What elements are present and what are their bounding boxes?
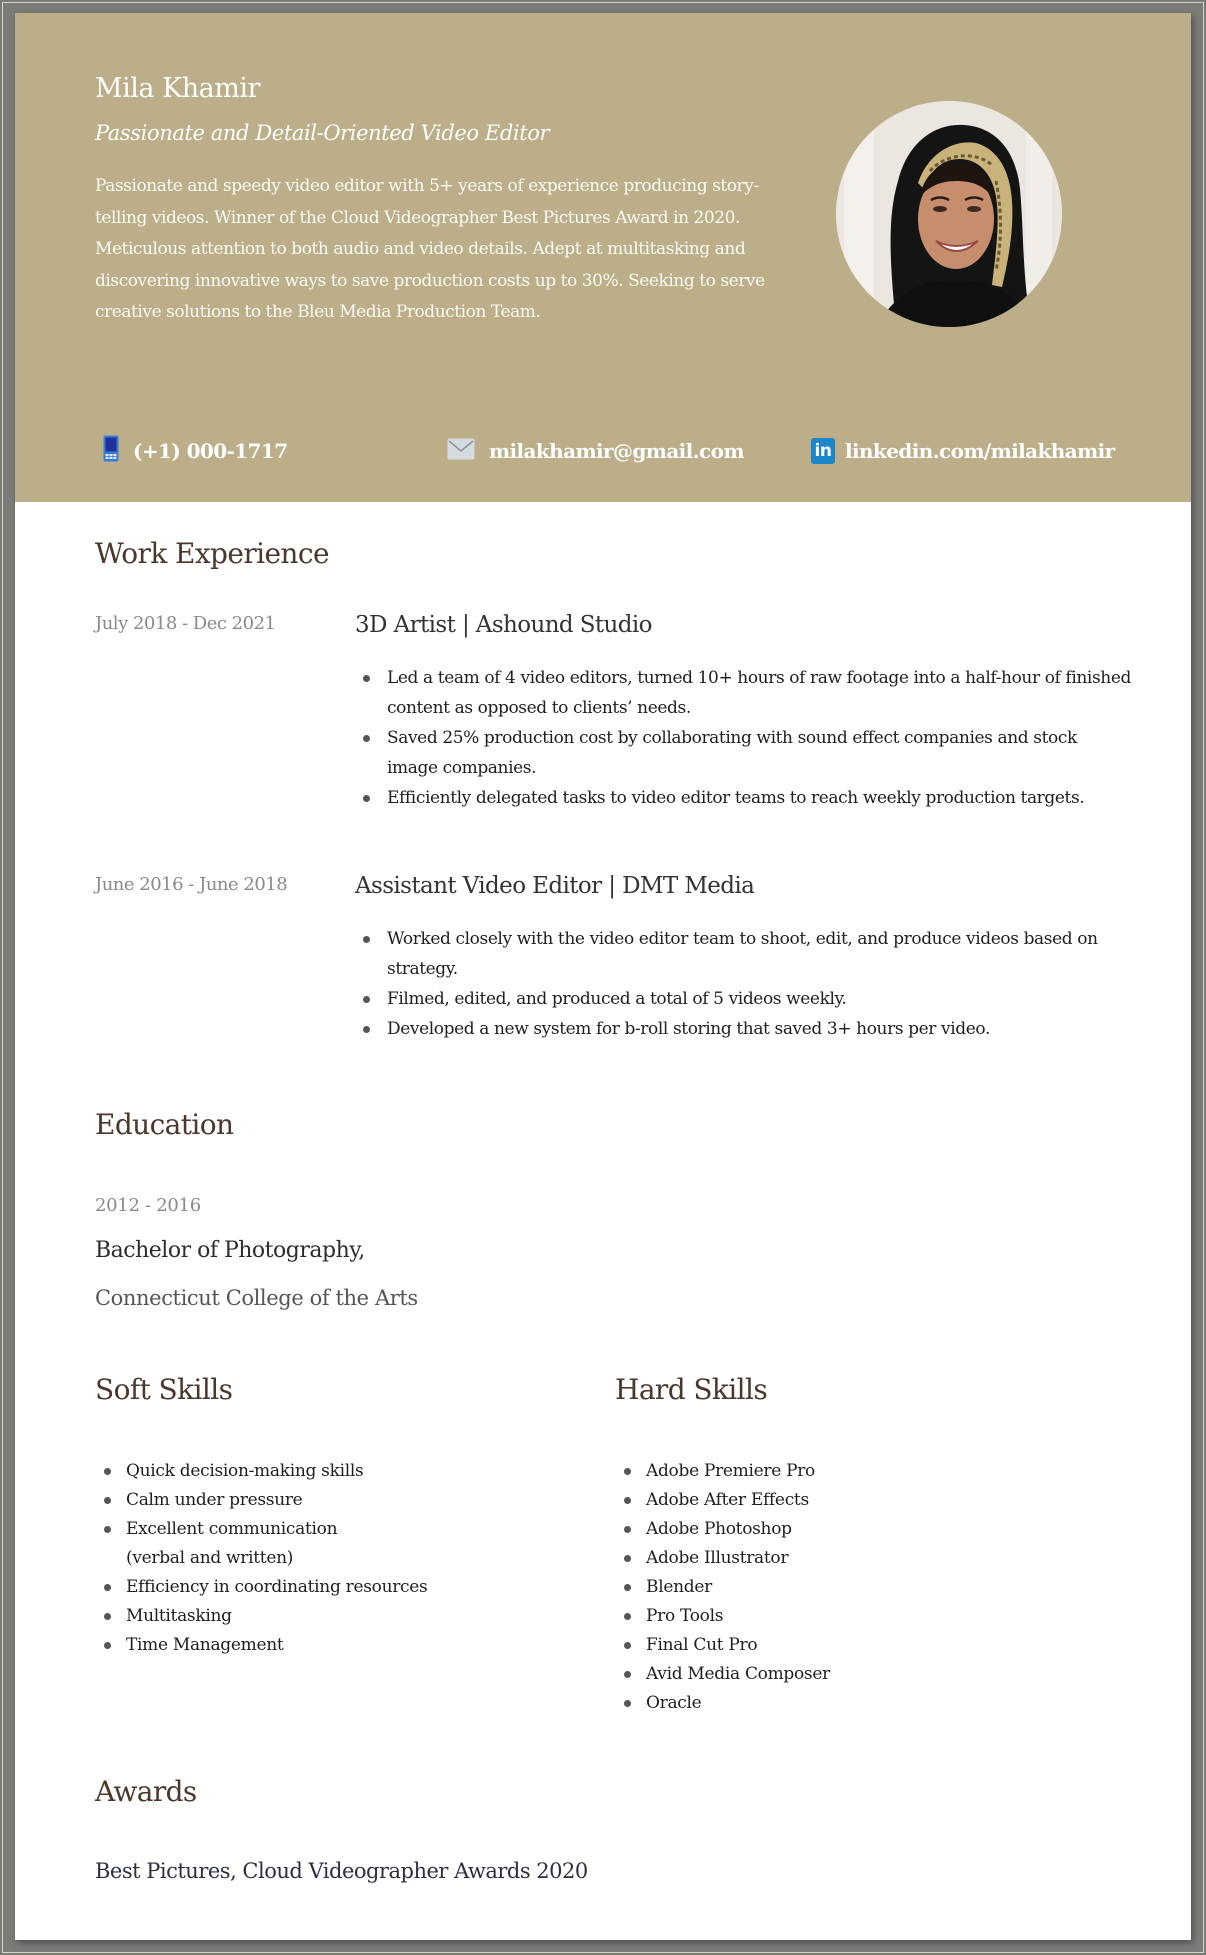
soft-skills-heading: Soft Skills [95,1373,233,1406]
job-bullet-list: Worked closely with the video editor tea… [363,924,1132,1044]
email-address: milakhamir@gmail.com [489,439,745,463]
soft-skill-item: Time Management [104,1631,486,1660]
education-degree: Bachelor of Photography, [95,1238,365,1263]
education-school: Connecticut College of the Arts [95,1286,418,1310]
awards-heading: Awards [95,1775,197,1808]
linkedin-icon: in [811,438,835,464]
linkedin-url: linkedin.com/milakhamir [845,439,1115,463]
soft-skill-item: Efficiency in coordinating resources [104,1573,486,1602]
hard-skill-item: Final Cut Pro [624,1631,1006,1660]
job-bullet-list: Led a team of 4 video editors, turned 10… [363,663,1132,813]
contact-linkedin[interactable]: in linkedin.com/milakhamir [811,431,1115,471]
hard-skill-item: Blender [624,1573,1006,1602]
soft-skill-item: Excellent communication (verbal and writ… [104,1515,356,1573]
mobile-phone-icon [103,435,119,467]
candidate-name: Mila Khamir [95,73,260,104]
job-bullet: Efficiently delegated tasks to video edi… [363,783,1132,813]
hard-skill-item: Adobe After Effects [624,1486,1006,1515]
soft-skill-item: Quick decision-making skills [104,1457,486,1486]
job-bullet: Worked closely with the video editor tea… [363,924,1132,984]
job-bullet: Filmed, edited, and produced a total of … [363,984,1132,1014]
phone-number: (+1) 000-1717 [133,439,288,463]
job-bullet: Developed a new system for b-roll storin… [363,1014,1132,1044]
job-dates: June 2016 - June 2018 [95,874,288,895]
soft-skill-item: Multitasking [104,1602,486,1631]
profile-summary: Passionate and speedy video editor with … [95,176,765,322]
soft-skill-item: Calm under pressure [104,1486,486,1515]
soft-skills-list: Quick decision-making skills Calm under … [104,1457,486,1660]
envelope-icon [447,438,475,465]
contact-phone[interactable]: (+1) 000-1717 [103,431,288,471]
hard-skill-item: Adobe Illustrator [624,1544,1006,1573]
hard-skills-list: Adobe Premiere Pro Adobe After Effects A… [624,1457,1006,1718]
job-title: Assistant Video Editor | DMT Media [355,873,755,899]
profile-photo-illustration [836,101,1062,327]
award-item: Best Pictures, Cloud Videographer Awards… [95,1859,588,1883]
work-experience-heading: Work Experience [95,537,330,570]
hard-skill-item: Adobe Photoshop [624,1515,1006,1544]
resume-header: Mila Khamir Passionate and Detail-Orient… [15,13,1191,502]
job-bullet: Saved 25% production cost by collaborati… [363,723,1132,783]
job-title: 3D Artist | Ashound Studio [355,612,652,638]
contact-email[interactable]: milakhamir@gmail.com [447,431,745,471]
candidate-tagline: Passionate and Detail-Oriented Video Edi… [95,121,550,145]
resume-page: Mila Khamir Passionate and Detail-Orient… [15,13,1191,1940]
hard-skill-item: Adobe Premiere Pro [624,1457,1006,1486]
hard-skill-item: Pro Tools [624,1602,1006,1631]
education-dates: 2012 - 2016 [95,1195,201,1216]
profile-photo [836,101,1062,327]
job-bullet: Led a team of 4 video editors, turned 10… [363,663,1132,723]
hard-skills-heading: Hard Skills [615,1373,768,1406]
job-dates: July 2018 - Dec 2021 [95,613,276,634]
contact-row: (+1) 000-1717 milakhamir@gmail.com in li… [15,431,1191,471]
hard-skill-item: Oracle [624,1689,1006,1718]
education-heading: Education [95,1108,234,1141]
linkedin-icon-glyph: in [814,441,832,461]
hard-skill-item: Avid Media Composer [624,1660,1006,1689]
